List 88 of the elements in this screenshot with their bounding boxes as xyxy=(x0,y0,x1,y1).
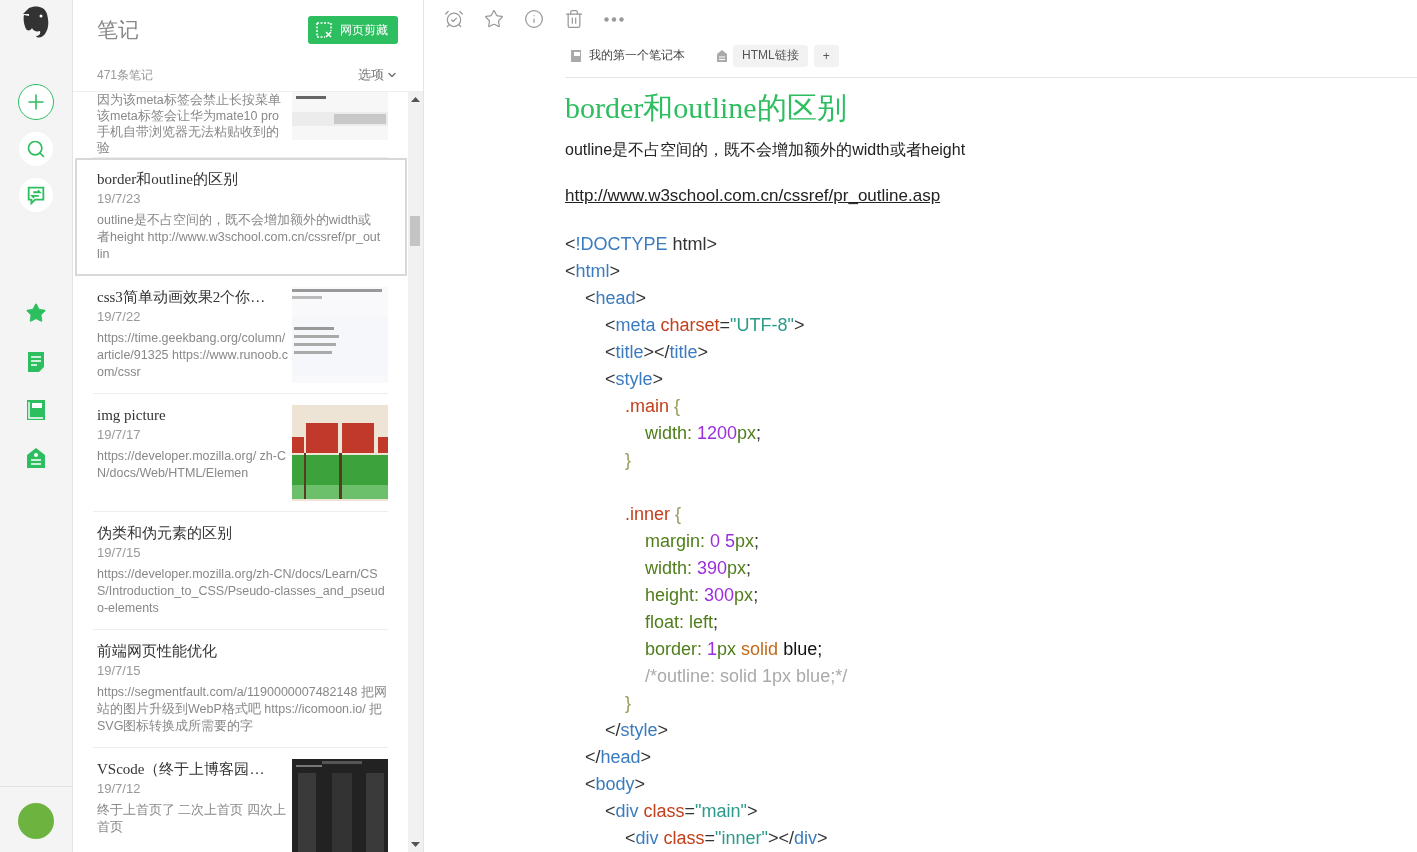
code-line: <div class="main"> xyxy=(604,800,759,823)
info-button[interactable] xyxy=(524,9,544,29)
note-date: 19/7/12 xyxy=(97,780,142,797)
note-heading: border和outline的区别 xyxy=(565,90,848,126)
tag-chip[interactable]: HTML链接 xyxy=(733,44,808,67)
note-title: 伪类和伪元素的区别 xyxy=(97,524,233,543)
code-line: width: 1200px; xyxy=(644,422,763,445)
note-date: 19/7/23 xyxy=(97,190,142,207)
note-date: 19/7/15 xyxy=(97,662,142,679)
note-date: 19/7/15 xyxy=(97,544,142,561)
more-icon xyxy=(604,16,624,22)
search-icon xyxy=(26,139,46,159)
note-card[interactable]: css3简单动画效果2个你… 19/7/22 https://time.geekbang.org/column/article/91325 https://www.runoob.com/cssr xyxy=(93,276,388,394)
code-line: <meta charset="UTF-8"> xyxy=(604,314,806,337)
note-snippet: https://developer.mozilla.org/ zh-CN/docs/Web/HTML/Elemen xyxy=(97,448,287,482)
elephant-logo[interactable] xyxy=(21,6,51,40)
notebook-icon xyxy=(571,49,581,62)
code-line: .inner { xyxy=(624,503,683,526)
tag-icon xyxy=(717,49,727,62)
code-line: <title></title> xyxy=(604,341,710,364)
scroll-down-icon[interactable] xyxy=(411,840,420,848)
note-snippet: https://segmentfault.com/a/1190000007482148 把网站的图片升级到WebP格式吧 https://icomoon.io/ 把SVG图标转换成所需要的字 xyxy=(97,684,388,735)
clip-icon xyxy=(316,22,332,38)
note-date: 19/7/22 xyxy=(97,308,142,325)
alarm-clock-icon xyxy=(444,9,464,29)
delete-button[interactable] xyxy=(564,9,584,29)
note-title: img picture xyxy=(97,406,167,425)
search-button[interactable] xyxy=(19,132,53,166)
star-icon xyxy=(25,302,47,324)
note-snippet: https://time.geekbang.org/column/article/91325 https://www.runoob.com/cssr xyxy=(97,330,290,381)
note-title: VScode（终于上博客园… xyxy=(97,760,266,779)
notebook-icon xyxy=(27,400,45,420)
note-snippet: 终于上首页了 二次上首页 四次上首页 xyxy=(97,802,287,836)
note-card[interactable]: border和outline的区别 19/7/23 outline是不占空间的，既不会增加额外的width或者height http://www.w3school.com.cn/cssref/pr_outlin xyxy=(75,158,407,276)
tags-button[interactable] xyxy=(27,448,45,468)
note-title: 前端网页性能优化 xyxy=(97,642,218,661)
note-paragraph: outline是不占空间的，既不会增加额外的width或者height xyxy=(565,140,967,160)
note-card[interactable]: 因为该meta标签会禁止长按菜单该meta标签会让华为mate10 pro手机自带浏览器无法粘贴收到的验 xyxy=(93,92,388,158)
note-snippet: https://developer.mozilla.org/zh-CN/docs/Learn/CSS/Introduction_to_CSS/Pseudo-classes_and_pseudo-elements xyxy=(97,566,386,617)
code-line: height: 300px; xyxy=(644,584,760,607)
code-line: margin: 0 5px; xyxy=(644,530,761,553)
code-line: <style> xyxy=(604,368,665,391)
note-card[interactable]: 伪类和伪元素的区别 19/7/15 https://developer.mozilla.org/zh-CN/docs/Learn/CSS/Introduction_to_CSS/Pseudo-classes_and_pseudo-elements xyxy=(93,512,388,630)
note-snippet: outline是不占空间的，既不会增加额外的width或者height http://www.w3school.com.cn/cssref/pr_outlin xyxy=(97,212,382,263)
note-card[interactable]: img picture 19/7/17 https://developer.mozilla.org/ zh-CN/docs/Web/HTML/Elemen xyxy=(93,394,388,512)
reference-link[interactable]: http://www.w3school.com.cn/cssref/pr_outline.asp xyxy=(565,186,941,206)
code-line: <!DOCTYPE html> xyxy=(565,233,719,256)
avatar[interactable] xyxy=(18,803,54,839)
trash-icon xyxy=(564,9,584,29)
chat-arrows-icon xyxy=(25,184,47,206)
new-note-button[interactable] xyxy=(18,84,54,120)
options-dropdown[interactable]: 选项 xyxy=(358,66,398,84)
shortcut-button[interactable] xyxy=(484,9,504,29)
note-card[interactable]: 前端网页性能优化 19/7/15 https://segmentfault.com/a/1190000007482148 把网站的图片升级到WebP格式吧 https://icomoon.io/ 把SVG图标转换成所需要的字 xyxy=(93,630,388,748)
code-line: border: 1px solid blue; xyxy=(644,638,824,661)
reminder-button[interactable] xyxy=(444,9,464,29)
scroll-thumb[interactable] xyxy=(410,216,420,246)
scroll-up-icon[interactable] xyxy=(411,96,420,104)
code-line: <div class="inner"></div> xyxy=(624,827,829,850)
notebook-selector[interactable]: 我的第一个笔记本 xyxy=(571,47,685,65)
code-line: } xyxy=(624,692,633,715)
note-title: border和outline的区别 xyxy=(97,170,239,189)
note-count: 471条笔记 xyxy=(97,66,154,84)
code-line: float: left; xyxy=(644,611,720,634)
code-line: <body> xyxy=(584,773,647,796)
tag-icon xyxy=(27,448,45,468)
code-line: </head> xyxy=(584,746,653,769)
code-line: .main { xyxy=(624,395,682,418)
code-line: <head> xyxy=(584,287,648,310)
info-icon xyxy=(524,9,544,29)
code-line: } xyxy=(624,449,633,472)
scrollbar[interactable] xyxy=(408,92,423,852)
code-line: /*outline: solid 1px blue;*/ xyxy=(644,665,849,688)
code-line: </style> xyxy=(604,719,670,742)
shortcuts-button[interactable] xyxy=(25,302,47,324)
notes-button[interactable] xyxy=(27,352,45,372)
star-icon xyxy=(484,9,504,29)
notebooks-button[interactable] xyxy=(27,400,45,420)
work-chat-button[interactable] xyxy=(19,178,53,212)
note-title: css3简单动画效果2个你… xyxy=(97,288,267,307)
note-card[interactable]: VScode（终于上博客园… 19/7/12 终于上首页了 二次上首页 四次上首页 xyxy=(93,748,388,852)
code-line: <html> xyxy=(565,260,622,283)
add-tag-button[interactable]: + xyxy=(813,44,839,67)
list-title: 笔记 xyxy=(97,17,139,43)
code-line: width: 390px; xyxy=(644,557,753,580)
note-snippet: 因为该meta标签会禁止长按菜单该meta标签会让华为mate10 pro手机自带浏览器无法粘贴收到的验 xyxy=(97,92,282,156)
note-icon xyxy=(27,352,45,372)
note-date: 19/7/17 xyxy=(97,426,142,443)
